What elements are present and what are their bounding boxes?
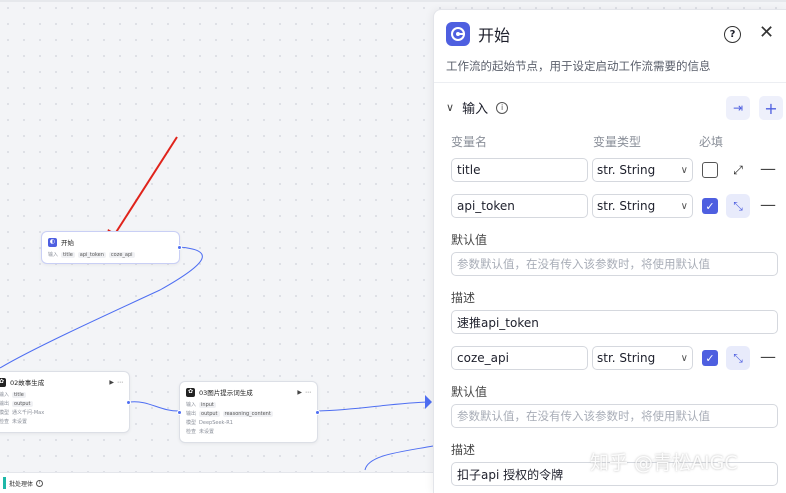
row-label: 模型 xyxy=(186,420,197,426)
type-value: str. String xyxy=(597,199,656,213)
story-node-output-port[interactable] xyxy=(126,400,131,405)
image-node-title: 03图片提示词生成 xyxy=(199,389,253,397)
row-tag: input xyxy=(199,401,216,408)
row-value: 通义千问-Max xyxy=(12,410,45,416)
start-tag-title: title xyxy=(61,251,75,258)
variable-name-input[interactable]: api_token xyxy=(451,194,588,218)
collapse-icon[interactable]: ⤡ xyxy=(726,194,750,218)
story-node[interactable]: ✿ 02故事生成 ▶ ⋯ 输入 title 输出 output 模型 通义千问-Max … xyxy=(0,371,131,433)
panel-description: 工作流的起始节点，用于设定启动工作流需要的信息 xyxy=(446,59,711,73)
default-label: 默认值 xyxy=(451,233,488,247)
row-value: 未设置 xyxy=(199,429,215,435)
remove-variable-icon[interactable]: — xyxy=(760,195,776,214)
story-node-title: 02故事生成 xyxy=(10,379,45,387)
start-logo-icon xyxy=(446,22,470,46)
type-value: str. String xyxy=(597,351,656,365)
chevron-down-icon: ∨ xyxy=(680,164,688,176)
image-node-input-port[interactable] xyxy=(177,410,182,415)
row-label: 检查 xyxy=(0,419,10,425)
row-label: 输出 xyxy=(186,411,197,417)
chevron-down-icon: ∨ xyxy=(680,352,688,364)
variable-name-input[interactable]: coze_api xyxy=(451,346,588,370)
row-label: 输入 xyxy=(0,392,10,398)
variable-type-select[interactable]: str. String ∨ xyxy=(592,346,693,370)
remove-variable-icon[interactable]: — xyxy=(760,347,776,366)
required-checkbox[interactable]: ✓ xyxy=(702,198,718,214)
image-node-output-port[interactable] xyxy=(315,410,320,415)
start-node-panel: 开始 ? ✕ 工作流的起始节点，用于设定启动工作流需要的信息 ∨ 输入 i ⇥ … xyxy=(433,9,786,493)
edge-story-to-image xyxy=(129,401,182,412)
llm-icon: ✿ xyxy=(186,387,195,397)
edge-image-to-next xyxy=(317,401,431,412)
panel-title: 开始 xyxy=(478,26,511,45)
row-tag: reasoning_content xyxy=(222,410,273,417)
type-value: str. String xyxy=(597,163,656,177)
llm-icon: ✿ xyxy=(0,377,6,387)
expand-icon[interactable]: ⤢ xyxy=(726,158,750,182)
variable-type-select[interactable]: str. String ∨ xyxy=(592,158,693,182)
start-tag-coze-api: coze_api xyxy=(108,251,135,258)
add-variable-button[interactable]: + xyxy=(759,96,783,120)
row-label: 检查 xyxy=(186,429,197,435)
run-icon[interactable]: ▶ xyxy=(109,379,114,386)
divider xyxy=(434,82,786,83)
col-header-name: 变量名 xyxy=(451,135,488,149)
batch-label: 批处理体 xyxy=(9,480,34,488)
edge-start-to-story xyxy=(0,246,203,369)
start-node[interactable]: ◐ 开始 输入 title api_token coze_api xyxy=(41,231,182,264)
col-header-type: 变量类型 xyxy=(593,135,642,149)
image-prompt-node[interactable]: ✿ 03图片提示词生成 ▶ ⋯ 输入 input 输出 output reasoning… xyxy=(177,381,320,443)
row-label: 模型 xyxy=(0,410,10,416)
required-checkbox[interactable]: ✓ xyxy=(702,350,718,366)
start-node-label: 输入 xyxy=(48,252,59,258)
start-node-output-port[interactable] xyxy=(177,245,182,250)
edge-arrowhead xyxy=(425,395,432,409)
info-icon: i xyxy=(496,101,509,114)
description-input[interactable]: 速推api_token xyxy=(451,310,778,334)
input-section-header[interactable]: ∨ 输入 i xyxy=(446,98,509,117)
run-icon[interactable]: ▶ xyxy=(297,389,302,396)
row-value: 未设置 xyxy=(12,419,28,425)
start-node-title: 开始 xyxy=(61,239,74,247)
start-tag-api-token: api_token xyxy=(77,251,106,258)
description-label: 描述 xyxy=(451,443,476,457)
row-label: 输入 xyxy=(186,402,197,408)
row-label: 输出 xyxy=(0,401,10,407)
batch-indicator xyxy=(3,477,6,489)
row-tag: output xyxy=(199,410,220,417)
col-header-required: 必填 xyxy=(699,135,724,149)
help-icon[interactable]: ? xyxy=(724,26,741,43)
row-tag: title xyxy=(12,391,26,398)
remove-variable-icon[interactable]: — xyxy=(760,159,776,178)
default-value-input[interactable]: 参数默认值，在没有传入该参数时，将使用默认值 xyxy=(451,404,778,428)
variable-name-input[interactable]: title xyxy=(451,158,588,182)
more-icon[interactable]: ⋯ xyxy=(305,389,311,396)
row-value: DeepSeek-R1 xyxy=(199,419,233,426)
section-title: 输入 xyxy=(462,102,489,117)
default-label: 默认值 xyxy=(451,385,488,399)
watermark: 知乎 @青松AIGC xyxy=(590,452,738,474)
start-node-icon: ◐ xyxy=(48,237,57,247)
description-label: 描述 xyxy=(451,291,476,305)
variable-type-select[interactable]: str. String ∨ xyxy=(592,194,693,218)
row-tag: output xyxy=(12,400,33,407)
required-checkbox[interactable] xyxy=(702,162,718,178)
chevron-down-icon: ∨ xyxy=(680,200,688,212)
batch-bar[interactable]: 批处理体 i xyxy=(0,472,433,493)
red-arrow-shaft xyxy=(112,136,178,238)
default-value-input[interactable]: 参数默认值，在没有传入该参数时，将使用默认值 xyxy=(451,252,778,276)
edge-panel-lower xyxy=(364,445,434,471)
close-icon[interactable]: ✕ xyxy=(759,22,774,43)
more-icon[interactable]: ⋯ xyxy=(117,379,123,386)
import-icon[interactable]: ⇥ xyxy=(726,96,750,120)
chevron-down-icon[interactable]: ∨ xyxy=(446,101,454,114)
collapse-icon[interactable]: ⤡ xyxy=(726,346,750,370)
info-icon: i xyxy=(36,479,44,487)
